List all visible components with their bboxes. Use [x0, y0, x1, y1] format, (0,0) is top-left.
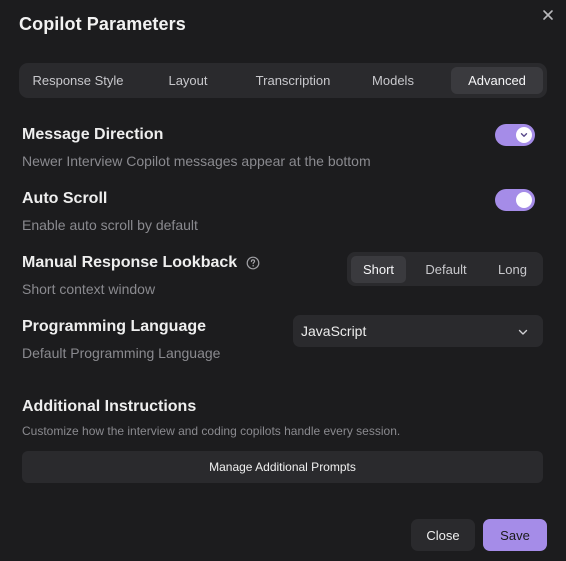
additional-instructions-description: Customize how the interview and coding c… [22, 424, 401, 438]
auto-scroll-toggle[interactable] [495, 189, 535, 211]
chevron-down-icon [520, 133, 528, 137]
manage-additional-prompts-button[interactable]: Manage Additional Prompts [22, 451, 543, 483]
auto-scroll-title: Auto Scroll [22, 190, 108, 207]
chevron-down-icon [517, 325, 529, 337]
tab-response-style[interactable]: Response Style [23, 67, 133, 94]
settings-tabs: Response Style Layout Transcription Mode… [19, 63, 547, 98]
toggle-knob [516, 192, 532, 208]
tab-layout[interactable]: Layout [133, 67, 243, 94]
additional-instructions-title: Additional Instructions [22, 398, 197, 415]
close-icon[interactable] [540, 7, 556, 23]
programming-language-description: Default Programming Language [22, 345, 221, 361]
copilot-parameters-dialog: Copilot Parameters Response Style Layout… [0, 0, 566, 561]
help-circle-icon[interactable] [246, 256, 260, 270]
tab-advanced[interactable]: Advanced [451, 67, 543, 94]
save-button[interactable]: Save [483, 519, 547, 551]
programming-language-select[interactable]: JavaScript [293, 315, 543, 347]
auto-scroll-description: Enable auto scroll by default [22, 217, 198, 233]
lookback-description: Short context window [22, 281, 156, 297]
tab-transcription[interactable]: Transcription [243, 67, 343, 94]
lookback-option-long[interactable]: Long [486, 256, 539, 283]
lookback-title: Manual Response Lookback [22, 254, 238, 271]
message-direction-description: Newer Interview Copilot messages appear … [22, 153, 371, 169]
dialog-title: Copilot Parameters [19, 14, 186, 34]
close-button[interactable]: Close [411, 519, 475, 551]
lookback-option-default[interactable]: Default [406, 256, 486, 283]
programming-language-value: JavaScript [301, 323, 367, 339]
message-direction-title: Message Direction [22, 126, 164, 143]
lookback-option-short[interactable]: Short [351, 255, 406, 283]
toggle-knob [516, 127, 532, 143]
message-direction-toggle[interactable] [495, 124, 535, 146]
tab-models[interactable]: Models [343, 67, 443, 94]
programming-language-title: Programming Language [22, 318, 207, 335]
lookback-segmented-control: Short Default Long [347, 252, 543, 286]
